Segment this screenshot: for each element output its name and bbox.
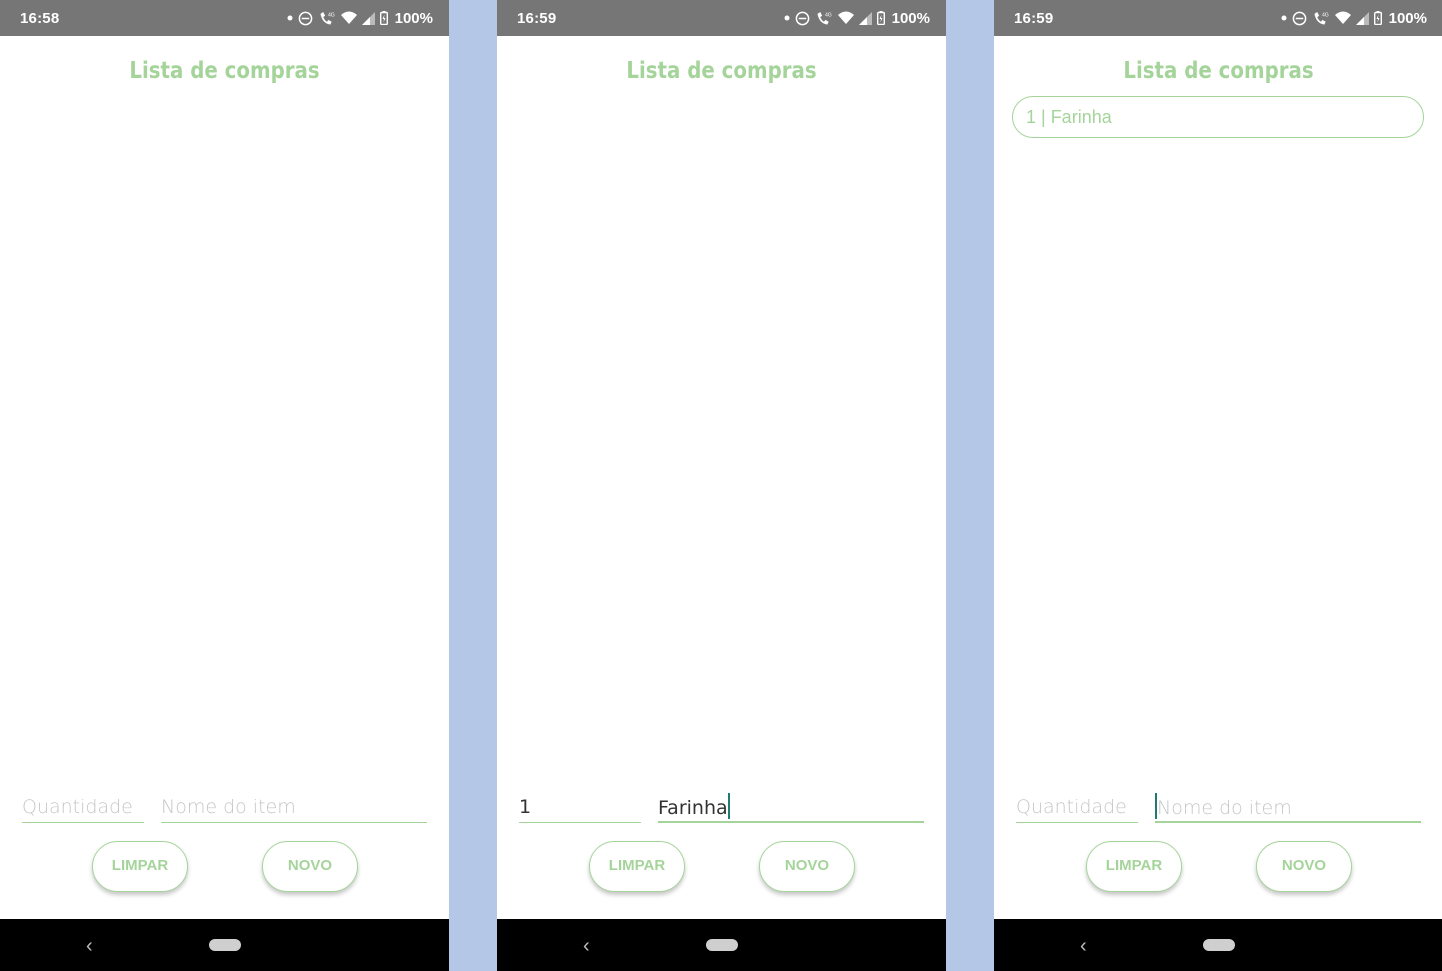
item-name-placeholder: Nome do item xyxy=(161,796,296,818)
status-time: 16:59 xyxy=(517,10,557,27)
item-name-value: Farinha xyxy=(658,797,728,819)
do-not-disturb-icon xyxy=(298,11,312,25)
notification-dot-icon xyxy=(1281,15,1287,21)
back-icon[interactable]: ‹ xyxy=(86,936,93,956)
item-name-field[interactable]: Nome do item xyxy=(1155,793,1421,823)
app-title: Lista de compras xyxy=(129,58,320,84)
quantity-value: 1 xyxy=(519,796,532,818)
battery-percent: 100% xyxy=(891,9,930,27)
navigation-bar: ‹ xyxy=(0,919,449,971)
phone-screen-typing: 16:59 4G 100% Lista de compras 1 Farinha… xyxy=(497,0,946,971)
navigation-bar: ‹ xyxy=(497,919,946,971)
signal-icon xyxy=(1355,11,1369,25)
wifi-icon xyxy=(837,11,854,24)
svg-text:4G: 4G xyxy=(1322,12,1329,18)
clear-button[interactable]: LIMPAR xyxy=(1086,841,1182,892)
do-not-disturb-icon xyxy=(1292,11,1306,25)
battery-charging-icon xyxy=(876,11,885,25)
status-time: 16:59 xyxy=(1014,10,1054,27)
item-name-field[interactable]: Farinha xyxy=(658,793,924,823)
status-bar: 16:58 4G 100% xyxy=(0,0,449,36)
quantity-field[interactable]: Quantidade xyxy=(1016,793,1138,823)
quantity-field[interactable]: 1 xyxy=(519,793,641,823)
home-pill-icon[interactable] xyxy=(706,939,738,951)
back-icon[interactable]: ‹ xyxy=(583,936,590,956)
notification-dot-icon xyxy=(287,15,293,21)
back-icon[interactable]: ‹ xyxy=(1080,936,1087,956)
item-name-placeholder: Nome do item xyxy=(1157,797,1292,819)
app-title: Lista de compras xyxy=(1123,58,1314,84)
status-icons: 4G 100% xyxy=(784,9,930,27)
status-icons: 4G 100% xyxy=(1281,9,1427,27)
status-bar: 16:59 4G 100% xyxy=(497,0,946,36)
new-button[interactable]: NOVO xyxy=(1256,841,1352,892)
battery-percent: 100% xyxy=(394,9,433,27)
home-pill-icon[interactable] xyxy=(1203,939,1235,951)
wifi-calling-icon: 4G xyxy=(817,11,832,25)
notification-dot-icon xyxy=(784,15,790,21)
phone-screen-with-item: 16:59 4G 100% Lista de compras 1 | Farin… xyxy=(994,0,1442,971)
clear-button[interactable]: LIMPAR xyxy=(92,841,188,892)
wifi-calling-icon: 4G xyxy=(320,11,335,25)
new-button[interactable]: NOVO xyxy=(759,841,855,892)
item-name-field[interactable]: Nome do item xyxy=(161,793,427,823)
battery-charging-icon xyxy=(1373,11,1382,25)
phone-screen-empty: 16:58 4G 100% Lista de compras Quantidad… xyxy=(0,0,449,971)
clear-button[interactable]: LIMPAR xyxy=(589,841,685,892)
battery-percent: 100% xyxy=(1388,9,1427,27)
wifi-icon xyxy=(1334,11,1351,24)
quantity-placeholder: Quantidade xyxy=(22,796,133,818)
wifi-icon xyxy=(340,11,357,24)
svg-text:4G: 4G xyxy=(825,12,832,18)
home-pill-icon[interactable] xyxy=(209,939,241,951)
quantity-placeholder: Quantidade xyxy=(1016,796,1127,818)
status-time: 16:58 xyxy=(20,10,60,27)
text-cursor xyxy=(727,793,730,819)
status-bar: 16:59 4G 100% xyxy=(994,0,1442,36)
shopping-list-item[interactable]: 1 | Farinha xyxy=(1012,96,1424,138)
battery-charging-icon xyxy=(379,11,388,25)
status-icons: 4G 100% xyxy=(287,9,433,27)
do-not-disturb-icon xyxy=(795,11,809,25)
quantity-field[interactable]: Quantidade xyxy=(22,793,144,823)
svg-text:4G: 4G xyxy=(328,12,335,18)
wifi-calling-icon: 4G xyxy=(1314,11,1329,25)
navigation-bar: ‹ xyxy=(994,919,1442,971)
signal-icon xyxy=(361,11,375,25)
new-button[interactable]: NOVO xyxy=(262,841,358,892)
app-title: Lista de compras xyxy=(626,58,817,84)
signal-icon xyxy=(858,11,872,25)
